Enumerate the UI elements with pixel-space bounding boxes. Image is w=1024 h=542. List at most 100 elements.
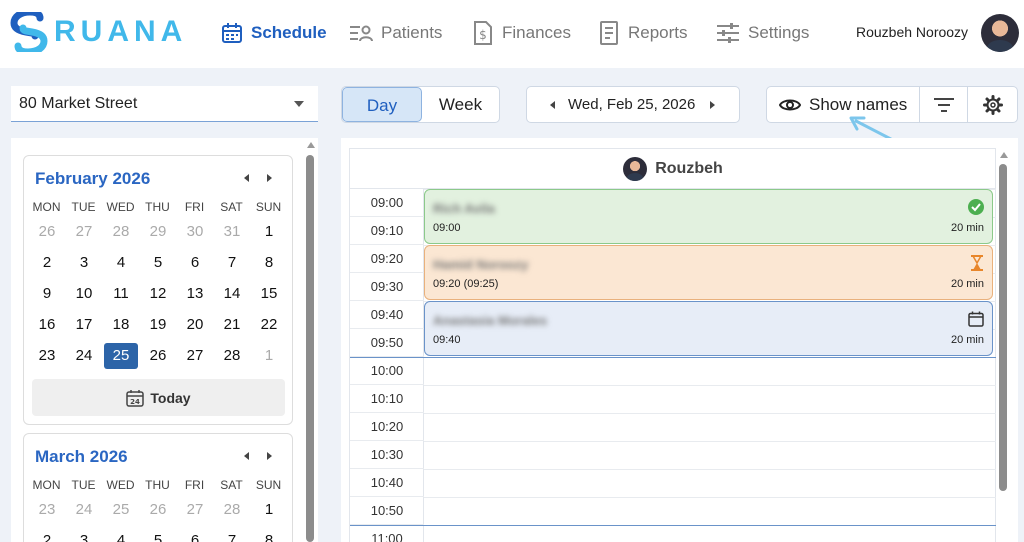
weekday-header: SUN — [255, 200, 282, 214]
settings-button[interactable] — [969, 87, 1017, 122]
calendar-day[interactable]: 11 — [104, 281, 138, 307]
calendar-day[interactable]: 29 — [141, 219, 175, 245]
calendar-day[interactable]: 8 — [252, 528, 286, 542]
calendar-day[interactable]: 2 — [30, 250, 64, 276]
calendar-day[interactable]: 17 — [67, 312, 101, 338]
calendar-day[interactable]: 15 — [252, 281, 286, 307]
appointment-card[interactable]: Hamid Noroozy 09:20 (09:25) 20 min — [424, 245, 993, 300]
calendar-day[interactable]: 5 — [141, 528, 175, 542]
calendar-day[interactable]: 1 — [252, 219, 286, 245]
weekday-header: WED — [106, 478, 135, 492]
appointment-card[interactable]: Rich Avila 09:00 20 min — [424, 189, 993, 244]
resource-avatar — [623, 156, 648, 181]
nav-patients-label: Patients — [381, 23, 443, 42]
scroll-up-arrow-icon[interactable] — [307, 142, 315, 148]
schedule-scrollbar[interactable] — [999, 164, 1007, 491]
calendar-day[interactable]: 9 — [30, 281, 64, 307]
calendar-day[interactable]: 13 — [178, 281, 212, 307]
calendar-day[interactable]: 26 — [30, 219, 64, 245]
week-view-button[interactable]: Week — [422, 87, 499, 122]
time-grid-line — [424, 497, 996, 498]
eye-icon — [779, 99, 801, 110]
nav-reports[interactable]: Reports — [598, 18, 688, 48]
scroll-up-arrow-icon[interactable] — [1000, 152, 1008, 158]
prev-month-icon[interactable] — [244, 452, 249, 460]
next-day-icon[interactable] — [710, 101, 715, 109]
left-panel-scrollbar[interactable] — [306, 155, 314, 542]
calendar-day[interactable]: 27 — [178, 343, 212, 369]
calendar-day[interactable]: 23 — [30, 343, 64, 369]
nav-patients[interactable]: Patients — [349, 18, 442, 48]
calendar-day[interactable]: 22 — [252, 312, 286, 338]
calendar-day[interactable]: 2 — [30, 528, 64, 542]
calendar-day[interactable]: 25 — [104, 497, 138, 523]
calendar-day[interactable]: 30 — [178, 219, 212, 245]
calendar-day[interactable]: 8 — [252, 250, 286, 276]
calendar-day[interactable]: 6 — [178, 528, 212, 542]
calendar-day[interactable]: 20 — [178, 312, 212, 338]
calendar-day[interactable]: 4 — [104, 528, 138, 542]
day-view-button[interactable]: Day — [342, 87, 422, 122]
calendar-day[interactable]: 25 — [104, 343, 138, 369]
calendar-day[interactable]: 28 — [104, 219, 138, 245]
calendar-day[interactable]: 5 — [141, 250, 175, 276]
appointment-status[interactable] — [968, 199, 984, 220]
calendar-day[interactable]: 16 — [30, 312, 64, 338]
calendar-day[interactable]: 28 — [215, 343, 249, 369]
prev-day-icon[interactable] — [550, 101, 555, 109]
time-slot-label: 09:20 — [350, 245, 424, 273]
appointment-status[interactable] — [970, 255, 984, 276]
nav-settings[interactable]: Settings — [716, 18, 809, 48]
prev-month-icon[interactable] — [244, 174, 249, 182]
next-month-icon[interactable] — [267, 452, 272, 460]
calendar-day[interactable]: 27 — [178, 497, 212, 523]
user-name[interactable]: Rouzbeh Noroozy — [856, 24, 968, 40]
user-avatar[interactable] — [981, 14, 1019, 52]
scheduled-calendar-icon — [968, 311, 984, 327]
calendar-day[interactable]: 4 — [104, 250, 138, 276]
weekday-header: THU — [145, 478, 170, 492]
calendar-day[interactable]: 24 — [67, 497, 101, 523]
calendar-day[interactable]: 27 — [67, 219, 101, 245]
view-toggle: Day Week — [341, 86, 500, 123]
ruana-logo[interactable]: RUANA — [10, 12, 187, 52]
calendar-day[interactable]: 23 — [30, 497, 64, 523]
calendar-day[interactable]: 7 — [215, 528, 249, 542]
calendar-day[interactable]: 6 — [178, 250, 212, 276]
location-select[interactable]: 80 Market Street — [11, 86, 318, 122]
calendar-day[interactable]: 26 — [141, 343, 175, 369]
calendar-today-icon: 24 — [126, 389, 145, 407]
appointment-time: 09:40 — [433, 334, 461, 346]
calendar-day[interactable]: 12 — [141, 281, 175, 307]
appointment-status[interactable] — [968, 311, 984, 332]
calendar-day[interactable]: 10 — [67, 281, 101, 307]
calendar-day[interactable]: 26 — [141, 497, 175, 523]
appointment-duration: 20 min — [950, 222, 984, 234]
calendar-february: February 2026 24 Today MON TUE WED THU FRI SA… — [23, 155, 293, 425]
calendar-day[interactable]: 19 — [141, 312, 175, 338]
appointment-card[interactable]: Anastasia Morales 09:40 20 min — [424, 301, 993, 356]
calendar-day[interactable]: 3 — [67, 528, 101, 542]
time-slot-label: 11:00 — [350, 525, 424, 542]
nav-schedule[interactable]: Schedule — [221, 18, 327, 48]
today-button[interactable]: 24 Today — [32, 379, 285, 416]
calendar-day[interactable]: 3 — [67, 250, 101, 276]
calendar-day[interactable]: 28 — [215, 497, 249, 523]
calendar-day[interactable]: 7 — [215, 250, 249, 276]
calendar-day[interactable]: 1 — [252, 497, 286, 523]
next-month-icon[interactable] — [267, 174, 272, 182]
weekday-header: SAT — [220, 478, 243, 492]
calendar-day[interactable]: 21 — [215, 312, 249, 338]
date-navigator: Wed, Feb 25, 2026 — [526, 86, 740, 123]
filter-button[interactable] — [920, 87, 968, 122]
show-names-button[interactable]: Show names — [767, 87, 920, 122]
settings-sliders-icon — [717, 23, 739, 43]
calendar-day[interactable]: 14 — [215, 281, 249, 307]
calendar-day[interactable]: 31 — [215, 219, 249, 245]
calendar-day[interactable]: 1 — [252, 343, 286, 369]
ruana-logo-icon — [10, 12, 48, 52]
calendar-day[interactable]: 24 — [67, 343, 101, 369]
nav-finances[interactable]: $ Finances — [472, 18, 571, 48]
current-date[interactable]: Wed, Feb 25, 2026 — [568, 96, 695, 113]
calendar-day[interactable]: 18 — [104, 312, 138, 338]
